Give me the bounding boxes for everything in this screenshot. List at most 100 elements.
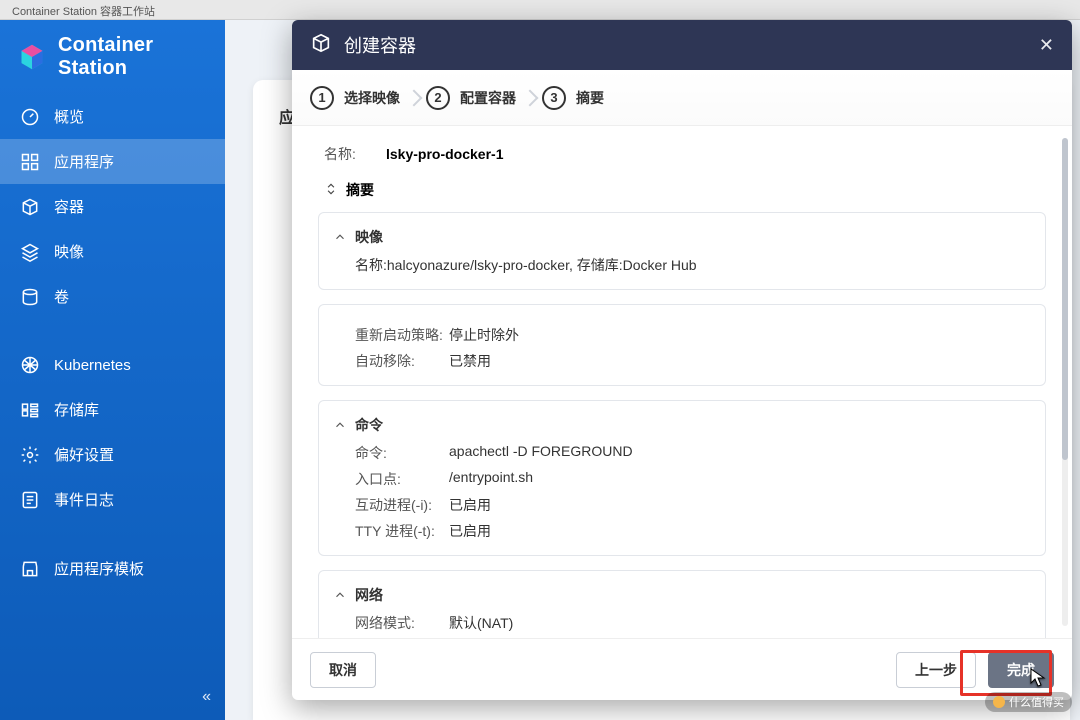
summary-label: 摘要	[346, 180, 374, 200]
kv-value: 默认(NAT)	[449, 613, 513, 633]
kv-value: 停止时除外	[449, 325, 519, 345]
section-command: 命令 命令:apachectl -D FOREGROUND 入口点:/entry…	[318, 400, 1046, 556]
expand-collapse-icon	[324, 182, 338, 199]
section-title: 映像	[355, 227, 383, 247]
interactive-row: 互动进程(-i):已启用	[355, 495, 1027, 515]
dialog-header: 创建容器 ✕	[292, 20, 1072, 70]
section-command-toggle[interactable]: 命令	[333, 415, 1027, 435]
chevron-double-left-icon: «	[202, 688, 211, 705]
step-configure[interactable]: 2 配置容器	[426, 86, 542, 110]
sidebar-item-label: 存储库	[54, 399, 99, 420]
step-label: 配置容器	[460, 88, 516, 108]
prev-button[interactable]: 上一步	[896, 652, 976, 688]
sidebar-item-app-templates[interactable]: 应用程序模板	[0, 546, 225, 591]
name-value: lsky-pro-docker-1	[386, 146, 503, 162]
step-summary[interactable]: 3 摘要	[542, 86, 630, 110]
sidebar-item-overview[interactable]: 概览	[0, 94, 225, 139]
image-detail: 名称:halcyonazure/lsky-pro-docker, 存储库:Doc…	[355, 255, 1027, 275]
sidebar-item-repositories[interactable]: 存储库	[0, 387, 225, 432]
cursor-icon	[1030, 668, 1046, 688]
window-title: Container Station 容器工作站	[12, 6, 155, 18]
sidebar-item-label: 偏好设置	[54, 444, 114, 465]
step-number: 3	[542, 86, 566, 110]
sidebar-item-kubernetes[interactable]: Kubernetes	[0, 343, 225, 387]
sidebar: Container Station 概览 应用程序 容器 映像 卷 Kubern…	[0, 20, 225, 720]
brand: Container Station	[0, 20, 225, 94]
sidebar-item-logs[interactable]: 事件日志	[0, 477, 225, 522]
command-row: 命令:apachectl -D FOREGROUND	[355, 443, 1027, 463]
kv-value: /entrypoint.sh	[449, 469, 533, 489]
storefront-icon	[20, 559, 40, 579]
section-network-toggle[interactable]: 网络	[333, 585, 1027, 605]
registry-icon	[20, 400, 40, 420]
sidebar-collapse-button[interactable]: «	[188, 682, 225, 720]
kv-key: 命令:	[355, 443, 449, 463]
restart-policy-row: 重新启动策略:停止时除外	[355, 325, 1027, 345]
sidebar-item-applications[interactable]: 应用程序	[0, 139, 225, 184]
kv-key: 网络模式:	[355, 613, 449, 633]
sidebar-item-label: 事件日志	[54, 489, 114, 510]
sidebar-item-label: 映像	[54, 241, 84, 262]
window-titlebar: Container Station 容器工作站	[0, 0, 1080, 20]
sidebar-item-label: 应用程序模板	[54, 558, 144, 579]
close-button[interactable]: ✕	[1039, 35, 1054, 56]
apps-icon	[20, 152, 40, 172]
create-container-dialog: 创建容器 ✕ 1 选择映像 2 配置容器 3 摘要 名称: lsky-pro-dock…	[292, 20, 1072, 700]
step-label: 摘要	[576, 88, 604, 108]
section-network: 网络 网络模式:默认(NAT) 已发布端口:8089 → 80/TCP	[318, 570, 1046, 638]
sidebar-item-containers[interactable]: 容器	[0, 184, 225, 229]
dialog-body: 名称: lsky-pro-docker-1 摘要 映像 名称:halcyonaz…	[292, 126, 1072, 638]
kv-key: 重新启动策略:	[355, 325, 449, 345]
auto-remove-row: 自动移除:已禁用	[355, 351, 1027, 371]
log-icon	[20, 490, 40, 510]
container-name-row: 名称: lsky-pro-docker-1	[324, 144, 1040, 164]
wizard-steps: 1 选择映像 2 配置容器 3 摘要	[292, 70, 1072, 126]
kv-value: 已启用	[449, 495, 491, 515]
sidebar-item-preferences[interactable]: 偏好设置	[0, 432, 225, 477]
kv-value: apachectl -D FOREGROUND	[449, 443, 633, 463]
sidebar-item-label: Kubernetes	[54, 357, 131, 374]
step-number: 1	[310, 86, 334, 110]
section-restart: 重新启动策略:停止时除外 自动移除:已禁用	[318, 304, 1046, 386]
coin-icon	[993, 696, 1005, 708]
kv-key: 入口点:	[355, 469, 449, 489]
scrollbar[interactable]	[1062, 138, 1068, 626]
database-icon	[20, 287, 40, 307]
name-key: 名称:	[324, 144, 372, 164]
tty-row: TTY 进程(-t):已启用	[355, 521, 1027, 541]
network-mode-row: 网络模式:默认(NAT)	[355, 613, 1027, 633]
brand-title: Container Station	[58, 34, 207, 80]
cancel-button[interactable]: 取消	[310, 652, 376, 688]
section-title: 网络	[355, 585, 383, 605]
kv-value: 已禁用	[449, 351, 491, 371]
kv-key: 互动进程(-i):	[355, 495, 449, 515]
kv-key: 自动移除:	[355, 351, 449, 371]
layers-icon	[20, 242, 40, 262]
kubernetes-icon	[20, 355, 40, 375]
sidebar-item-label: 概览	[54, 106, 84, 127]
summary-toggle[interactable]: 摘要	[324, 180, 1040, 200]
dialog-footer: 取消 上一步 完成	[292, 638, 1072, 700]
section-title: 命令	[355, 415, 383, 435]
dialog-title: 创建容器	[344, 32, 416, 58]
step-select-image[interactable]: 1 选择映像	[310, 86, 426, 110]
scrollbar-thumb[interactable]	[1062, 138, 1068, 460]
cube-icon	[20, 197, 40, 217]
kv-value: 已启用	[449, 521, 491, 541]
kv-key: TTY 进程(-t):	[355, 521, 449, 541]
gauge-icon	[20, 107, 40, 127]
sidebar-item-volumes[interactable]: 卷	[0, 274, 225, 319]
nav: 概览 应用程序 容器 映像 卷 Kubernetes 存储库 偏好设置 事件日志…	[0, 94, 225, 682]
watermark: 什么值得买	[985, 692, 1072, 712]
entrypoint-row: 入口点:/entrypoint.sh	[355, 469, 1027, 489]
sidebar-item-images[interactable]: 映像	[0, 229, 225, 274]
section-image-toggle[interactable]: 映像	[333, 227, 1027, 247]
sidebar-item-label: 容器	[54, 196, 84, 217]
step-label: 选择映像	[344, 88, 400, 108]
watermark-text: 什么值得买	[1009, 694, 1064, 710]
brand-logo-icon	[18, 41, 46, 73]
gear-icon	[20, 445, 40, 465]
sidebar-item-label: 应用程序	[54, 151, 114, 172]
section-image: 映像 名称:halcyonazure/lsky-pro-docker, 存储库:…	[318, 212, 1046, 290]
step-number: 2	[426, 86, 450, 110]
